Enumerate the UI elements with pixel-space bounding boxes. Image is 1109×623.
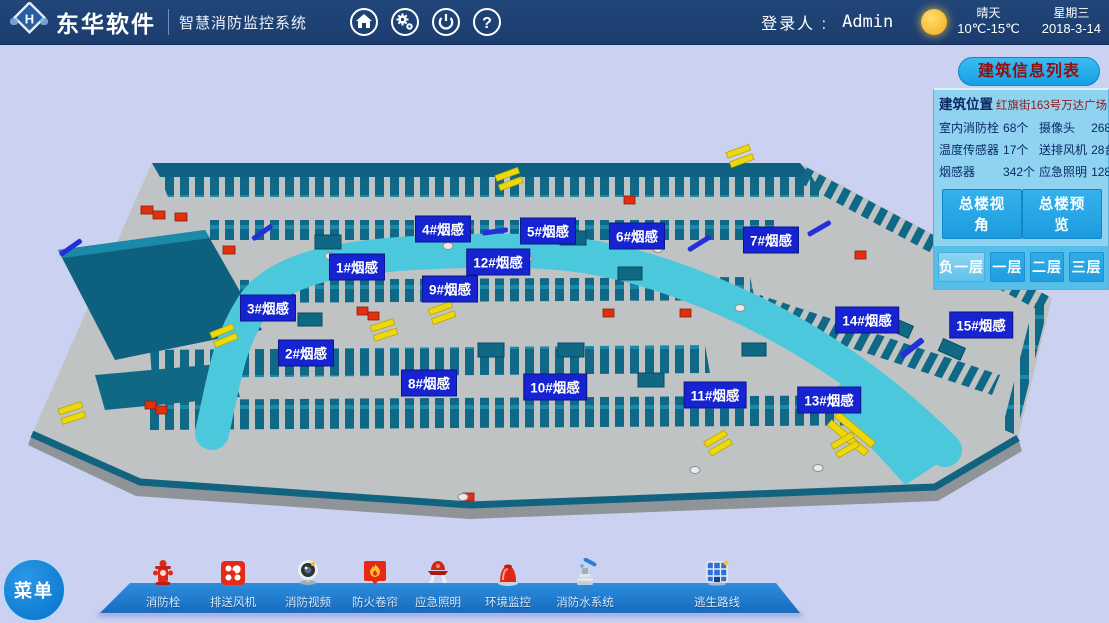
stat-label: 应急照明 bbox=[1039, 163, 1087, 180]
sensor-label-10[interactable]: 10#烟感 bbox=[524, 375, 586, 400]
svg-text:H: H bbox=[25, 12, 34, 27]
menu-button[interactable]: 菜单 bbox=[2, 558, 66, 622]
weather-desc: 晴天 bbox=[976, 6, 1000, 21]
toolbar-item-emergency-light[interactable]: 应急照明 bbox=[407, 558, 469, 610]
sensor-label-9[interactable]: 9#烟感 bbox=[423, 277, 477, 302]
sensor-label-4[interactable]: 4#烟感 bbox=[416, 217, 470, 242]
view-buttons-row: 总楼视角 总楼预览 bbox=[934, 182, 1108, 245]
sensor-label-5[interactable]: 5#烟感 bbox=[521, 219, 575, 244]
toolbar-item-label: 消防栓 bbox=[146, 594, 181, 610]
app-stage: H 东华软件 智慧消防监控系统 bbox=[0, 0, 1109, 623]
power-button[interactable] bbox=[431, 7, 461, 37]
escape-route-icon bbox=[702, 558, 732, 588]
user-area: 登录人 : Admin 晴天 10℃-15℃ 星期三 2018-3-14 bbox=[761, 6, 1101, 37]
stat-value: 68个 bbox=[1003, 119, 1028, 136]
whole-building-preview-button[interactable]: 总楼预览 bbox=[1022, 189, 1102, 239]
question-icon: ? bbox=[472, 7, 502, 37]
alarm-beacon-icon bbox=[493, 558, 523, 588]
toolbar-item-label: 消防视频 bbox=[285, 594, 331, 610]
sensor-label-11[interactable]: 11#烟感 bbox=[685, 383, 746, 408]
toolbar-item-environment-monitor[interactable]: 环境监控 bbox=[477, 558, 539, 610]
toolbar-item-label: 排送风机 bbox=[210, 594, 256, 610]
floor-button-f1[interactable]: 一层 bbox=[990, 252, 1025, 282]
building-info-panel: 建筑位置 红旗街163号万达广场 室内消防栓 68个 摄像头 268个 温度传感… bbox=[933, 88, 1109, 290]
floor-button-b1[interactable]: 负一层 bbox=[938, 252, 985, 282]
stat-label: 温度传感器 bbox=[939, 141, 999, 158]
fire-shutter-icon bbox=[360, 558, 390, 588]
toolbar-item-label: 应急照明 bbox=[415, 594, 461, 610]
toolbar-item-fire-camera[interactable]: 消防视频 bbox=[277, 558, 339, 610]
weather-block: 晴天 10℃-15℃ bbox=[957, 6, 1019, 37]
camera-icon bbox=[293, 558, 323, 588]
stat-label: 室内消防栓 bbox=[939, 119, 999, 136]
emergency-light-icon bbox=[423, 558, 453, 588]
sensor-label-15[interactable]: 15#烟感 bbox=[950, 313, 1012, 338]
home-button[interactable] bbox=[349, 7, 379, 37]
toolbar-item-exhaust-fan[interactable]: 排送风机 bbox=[202, 558, 264, 610]
sensor-label-7[interactable]: 7#烟感 bbox=[744, 228, 798, 253]
stat-value: 128个 bbox=[1091, 163, 1109, 180]
stat-label: 送排风机 bbox=[1039, 141, 1087, 158]
login-user: Admin bbox=[842, 12, 893, 32]
svg-text:?: ? bbox=[482, 15, 492, 32]
location-label: 建筑位置 bbox=[939, 93, 993, 113]
app-header: H 东华软件 智慧消防监控系统 bbox=[0, 0, 1109, 45]
floor-button-f3[interactable]: 三层 bbox=[1069, 252, 1104, 282]
home-icon bbox=[349, 7, 379, 37]
sensor-label-2[interactable]: 2#烟感 bbox=[279, 341, 333, 366]
water-pipe-icon bbox=[570, 558, 600, 588]
weather-temp: 10℃-15℃ bbox=[957, 21, 1019, 37]
donghua-logo-icon: H bbox=[8, 2, 50, 42]
fire-hydrant-icon bbox=[148, 558, 178, 588]
sun-icon bbox=[919, 7, 949, 37]
sensor-label-12[interactable]: 12#烟感 bbox=[467, 250, 529, 275]
date: 2018-3-14 bbox=[1042, 21, 1101, 37]
toolbar-shadow bbox=[98, 612, 802, 617]
stat-value: 268个 bbox=[1091, 119, 1109, 136]
building-info-box: 建筑位置 红旗街163号万达广场 室内消防栓 68个 摄像头 268个 温度传感… bbox=[934, 90, 1108, 182]
stat-label: 摄像头 bbox=[1039, 119, 1075, 136]
building-info-list-button[interactable]: 建筑信息列表 bbox=[958, 57, 1100, 86]
header-nav: ? bbox=[349, 7, 502, 37]
toolbar-item-label: 环境监控 bbox=[485, 594, 531, 610]
login-label: 登录人 : bbox=[761, 10, 828, 34]
sensor-label-3[interactable]: 3#烟感 bbox=[241, 296, 295, 321]
gear-icon bbox=[390, 7, 420, 37]
toolbar-item-fire-water-system[interactable]: 消防水系统 bbox=[554, 558, 616, 610]
floor-selector: 负一层 一层 二层 三层 bbox=[934, 245, 1108, 289]
stat-value: 28台 bbox=[1091, 141, 1109, 158]
sensor-label-1[interactable]: 1#烟感 bbox=[330, 255, 384, 280]
sensor-label-13[interactable]: 13#烟感 bbox=[798, 388, 860, 413]
toolbar-item-escape-route[interactable]: 逃生路线 bbox=[686, 558, 748, 610]
whole-building-view-button[interactable]: 总楼视角 bbox=[942, 189, 1022, 239]
exhaust-fan-icon bbox=[218, 558, 248, 588]
floor-button-f2[interactable]: 二层 bbox=[1030, 252, 1065, 282]
building-stats: 室内消防栓 68个 摄像头 268个 温度传感器 17个 送排风机 28台 烟感… bbox=[939, 119, 1103, 180]
sensor-label-6[interactable]: 6#烟感 bbox=[610, 224, 664, 249]
location-value: 红旗街163号万达广场 bbox=[996, 97, 1107, 113]
help-button[interactable]: ? bbox=[472, 7, 502, 37]
stat-value: 342个 bbox=[1003, 163, 1035, 180]
stat-label: 烟感器 bbox=[939, 163, 975, 180]
sensor-label-8[interactable]: 8#烟感 bbox=[402, 371, 456, 396]
toolbar-item-label: 消防水系统 bbox=[556, 594, 614, 610]
brand-divider bbox=[168, 9, 169, 35]
sensor-label-14[interactable]: 14#烟感 bbox=[836, 308, 898, 333]
date-block: 星期三 2018-3-14 bbox=[1042, 6, 1101, 37]
stat-value: 17个 bbox=[1003, 141, 1028, 158]
power-icon bbox=[431, 7, 461, 37]
brand-name: 东华软件 bbox=[56, 5, 156, 39]
weekday: 星期三 bbox=[1053, 6, 1089, 21]
toolbar-item-fire-shutter[interactable]: 防火卷帘 bbox=[344, 558, 406, 610]
page-title: 智慧消防监控系统 bbox=[179, 12, 307, 33]
toolbar-item-label: 防火卷帘 bbox=[352, 594, 398, 610]
toolbar-item-fire-hydrant[interactable]: 消防栓 bbox=[132, 558, 194, 610]
toolbar-item-label: 逃生路线 bbox=[694, 594, 740, 610]
brand-block: H 东华软件 智慧消防监控系统 bbox=[8, 2, 307, 42]
settings-button[interactable] bbox=[390, 7, 420, 37]
